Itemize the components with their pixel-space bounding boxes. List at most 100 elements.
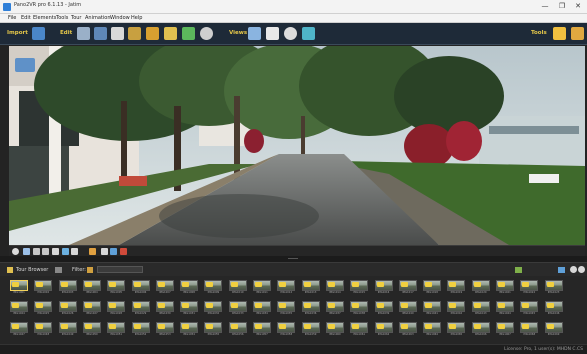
panorama-thumbnail[interactable]: IMG1011 [251, 279, 273, 296]
notes-icon[interactable] [266, 27, 279, 40]
panorama-thumbnail[interactable]: IMG1047 [8, 321, 30, 338]
panorama-thumbnail[interactable]: IMG1023 [543, 279, 565, 296]
panorama-thumbnail[interactable]: IMG1028 [105, 300, 127, 317]
binoculars-icon[interactable] [248, 27, 261, 40]
grid-icon[interactable] [77, 27, 90, 40]
panorama-thumbnail[interactable]: IMG1016 [373, 279, 395, 296]
text-icon[interactable] [52, 248, 59, 255]
panorama-thumbnail[interactable]: IMG1058 [275, 321, 297, 338]
panorama-thumbnail[interactable]: IMG1009 [202, 279, 224, 296]
panorama-thumbnail[interactable]: IMG1055 [202, 321, 224, 338]
panorama-thumbnail[interactable]: IMG1032 [202, 300, 224, 317]
target-icon[interactable] [200, 27, 213, 40]
panorama-thumbnail[interactable]: IMG1046 [543, 300, 565, 317]
panorama-thumbnail[interactable]: IMG1012 [275, 279, 297, 296]
grid-icon[interactable] [33, 248, 40, 255]
panorama-thumbnail[interactable]: IMG1050 [81, 321, 103, 338]
panorama-thumbnail[interactable]: IMG1052 [130, 321, 152, 338]
panorama-thumbnail[interactable]: IMG1044 [494, 300, 516, 317]
panorama-thumbnail[interactable]: IMG1035 [275, 300, 297, 317]
panorama-thumbnail[interactable]: IMG1042 [445, 300, 467, 317]
menu-edit[interactable]: Edit [21, 15, 31, 21]
panorama-thumbnail[interactable]: IMG1022 [518, 279, 540, 296]
panorama-thumbnail[interactable]: IMG1026 [57, 300, 79, 317]
panorama-thumbnail[interactable]: IMG1020 [470, 279, 492, 296]
select-icon[interactable] [71, 248, 78, 255]
menu-tools[interactable]: Tools [56, 15, 68, 21]
plus-icon[interactable] [23, 248, 30, 255]
menu-file[interactable]: File [8, 15, 16, 21]
gears-icon[interactable] [571, 27, 584, 40]
panorama-thumbnail[interactable]: IMG1062 [373, 321, 395, 338]
panorama-thumbnail[interactable]: IMG1069 [543, 321, 565, 338]
close-button[interactable]: ✕ [570, 1, 586, 12]
settings-icon[interactable] [302, 27, 315, 40]
panorama-thumbnail[interactable]: IMG1065 [445, 321, 467, 338]
panorama-thumbnail[interactable]: IMG1005 [105, 279, 127, 296]
panorama-thumbnail[interactable]: IMG1038 [348, 300, 370, 317]
panorama-thumbnail[interactable]: IMG1018 [421, 279, 443, 296]
screen-icon[interactable] [110, 248, 117, 255]
panorama-thumbnail[interactable]: IMG1013 [300, 279, 322, 296]
menu-help[interactable]: Help [131, 15, 142, 21]
view-icon[interactable] [515, 267, 522, 273]
skin-icon[interactable] [146, 27, 159, 40]
splitter-grip[interactable] [288, 258, 298, 259]
panorama-thumbnail[interactable]: IMG1039 [373, 300, 395, 317]
panorama-thumbnail[interactable]: IMG1041 [421, 300, 443, 317]
panorama-thumbnail[interactable]: IMG1031 [178, 300, 200, 317]
panorama-thumbnail[interactable]: IMG1057 [251, 321, 273, 338]
panorama-thumbnail[interactable]: IMG1004 [81, 279, 103, 296]
panorama-thumbnail[interactable]: IMG1066 [470, 321, 492, 338]
import-icon[interactable] [32, 27, 45, 40]
panorama-thumbnail[interactable]: IMG1033 [227, 300, 249, 317]
panorama-thumbnail[interactable]: IMG1007 [154, 279, 176, 296]
filter-input[interactable] [97, 266, 143, 273]
palette-icon[interactable] [182, 27, 195, 40]
panorama-thumbnail[interactable]: IMG1060 [324, 321, 346, 338]
panorama-thumbnail[interactable]: IMG1067 [494, 321, 516, 338]
panorama-thumbnail[interactable]: IMG1027 [81, 300, 103, 317]
panorama-thumbnail[interactable]: IMG1063 [397, 321, 419, 338]
menu-animation[interactable]: Animation [85, 15, 111, 21]
red-icon[interactable] [120, 248, 127, 255]
poly-icon[interactable] [62, 248, 69, 255]
panorama-thumbnail[interactable]: IMG1051 [105, 321, 127, 338]
panorama-thumbnail[interactable]: IMG1034 [251, 300, 273, 317]
panorama-thumbnail[interactable]: IMG1008 [178, 279, 200, 296]
panorama-thumbnail[interactable]: IMG1017 [397, 279, 419, 296]
panorama-thumbnail[interactable]: IMG1019 [445, 279, 467, 296]
clock-icon[interactable] [284, 27, 297, 40]
panorama-thumbnail[interactable]: IMG1054 [178, 321, 200, 338]
settings-icon[interactable] [570, 266, 577, 273]
panorama-thumbnail[interactable]: IMG1030 [154, 300, 176, 317]
move-icon[interactable] [89, 248, 96, 255]
panorama-thumbnail[interactable]: IMG1021 [494, 279, 516, 296]
panorama-thumbnail[interactable]: IMG1043 [470, 300, 492, 317]
star-icon[interactable] [553, 27, 566, 40]
panorama-thumbnail[interactable]: IMG1049 [57, 321, 79, 338]
minimize-button[interactable]: — [537, 1, 553, 12]
panorama-thumbnail[interactable]: IMG1059 [300, 321, 322, 338]
viewing-params-icon[interactable] [94, 27, 107, 40]
panorama-thumbnail[interactable]: IMG1025 [32, 300, 54, 317]
panorama-thumbnail[interactable]: IMG1002 [32, 279, 54, 296]
crosshair-icon[interactable] [101, 248, 108, 255]
maximize-button[interactable]: ❐ [554, 1, 570, 12]
panorama-thumbnail[interactable]: IMG1029 [130, 300, 152, 317]
panorama-thumbnail[interactable]: IMG1064 [421, 321, 443, 338]
panorama-thumbnail[interactable]: IMG1014 [324, 279, 346, 296]
panorama-thumbnail[interactable]: IMG1015 [348, 279, 370, 296]
panorama-thumbnail[interactable]: IMG1048 [32, 321, 54, 338]
menu-window[interactable]: Window [110, 15, 130, 21]
panorama-thumbnail[interactable]: IMG1036 [300, 300, 322, 317]
menu-tour[interactable]: Tour [71, 15, 82, 21]
filter-icon[interactable] [87, 267, 93, 273]
gear-icon[interactable] [578, 266, 585, 273]
panorama-thumbnail[interactable]: IMG1024 [8, 300, 30, 317]
thumbnail-size-icon[interactable] [558, 267, 565, 273]
panorama-thumbnail[interactable]: IMG1053 [154, 321, 176, 338]
panorama-thumbnail[interactable]: IMG1003 [57, 279, 79, 296]
menu-elements[interactable]: Elements [33, 15, 56, 21]
panorama-thumbnail[interactable]: IMG1010 [227, 279, 249, 296]
